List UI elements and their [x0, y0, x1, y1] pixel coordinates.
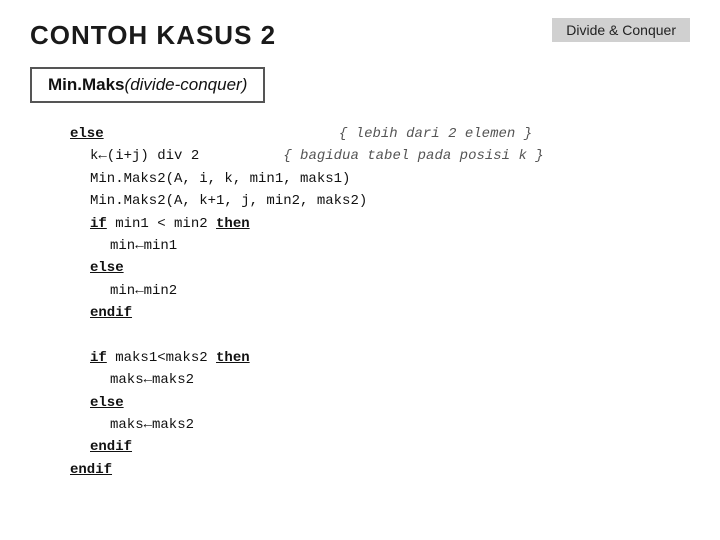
- code-line-9: endif: [90, 302, 690, 324]
- code-line-15: endif: [70, 459, 690, 481]
- code-line-8: min←min2: [110, 280, 690, 302]
- code-line-10: if maks1<maks2 then: [90, 347, 690, 369]
- code-line-blank: [70, 325, 690, 347]
- code-block: else { lebih dari 2 elemen } k←(i+j) div…: [30, 123, 690, 481]
- code-line-6: min←min1: [110, 235, 690, 257]
- code-line-12: else: [90, 392, 690, 414]
- badge: Divide & Conquer: [552, 18, 690, 42]
- code-line-14: endif: [90, 436, 690, 458]
- code-line-7: else: [90, 257, 690, 279]
- subtitle-bold: Min.Maks: [48, 75, 125, 94]
- code-line-5: if min1 < min2 then: [90, 213, 690, 235]
- code-line-2: k←(i+j) div 2 { bagidua tabel pada posis…: [90, 145, 690, 167]
- code-line-13: maks←maks2: [110, 414, 690, 436]
- page: CONTOH KASUS 2 Divide & Conquer Min.Maks…: [0, 0, 720, 540]
- subtitle-italic: (divide-conquer): [125, 75, 248, 94]
- code-line-1: else { lebih dari 2 elemen }: [70, 123, 690, 145]
- code-line-4: Min.Maks2(A, k+1, j, min2, maks2): [90, 190, 690, 212]
- subtitle-box: Min.Maks(divide-conquer): [30, 67, 265, 103]
- code-line-11: maks←maks2: [110, 369, 690, 391]
- code-line-3: Min.Maks2(A, i, k, min1, maks1): [90, 168, 690, 190]
